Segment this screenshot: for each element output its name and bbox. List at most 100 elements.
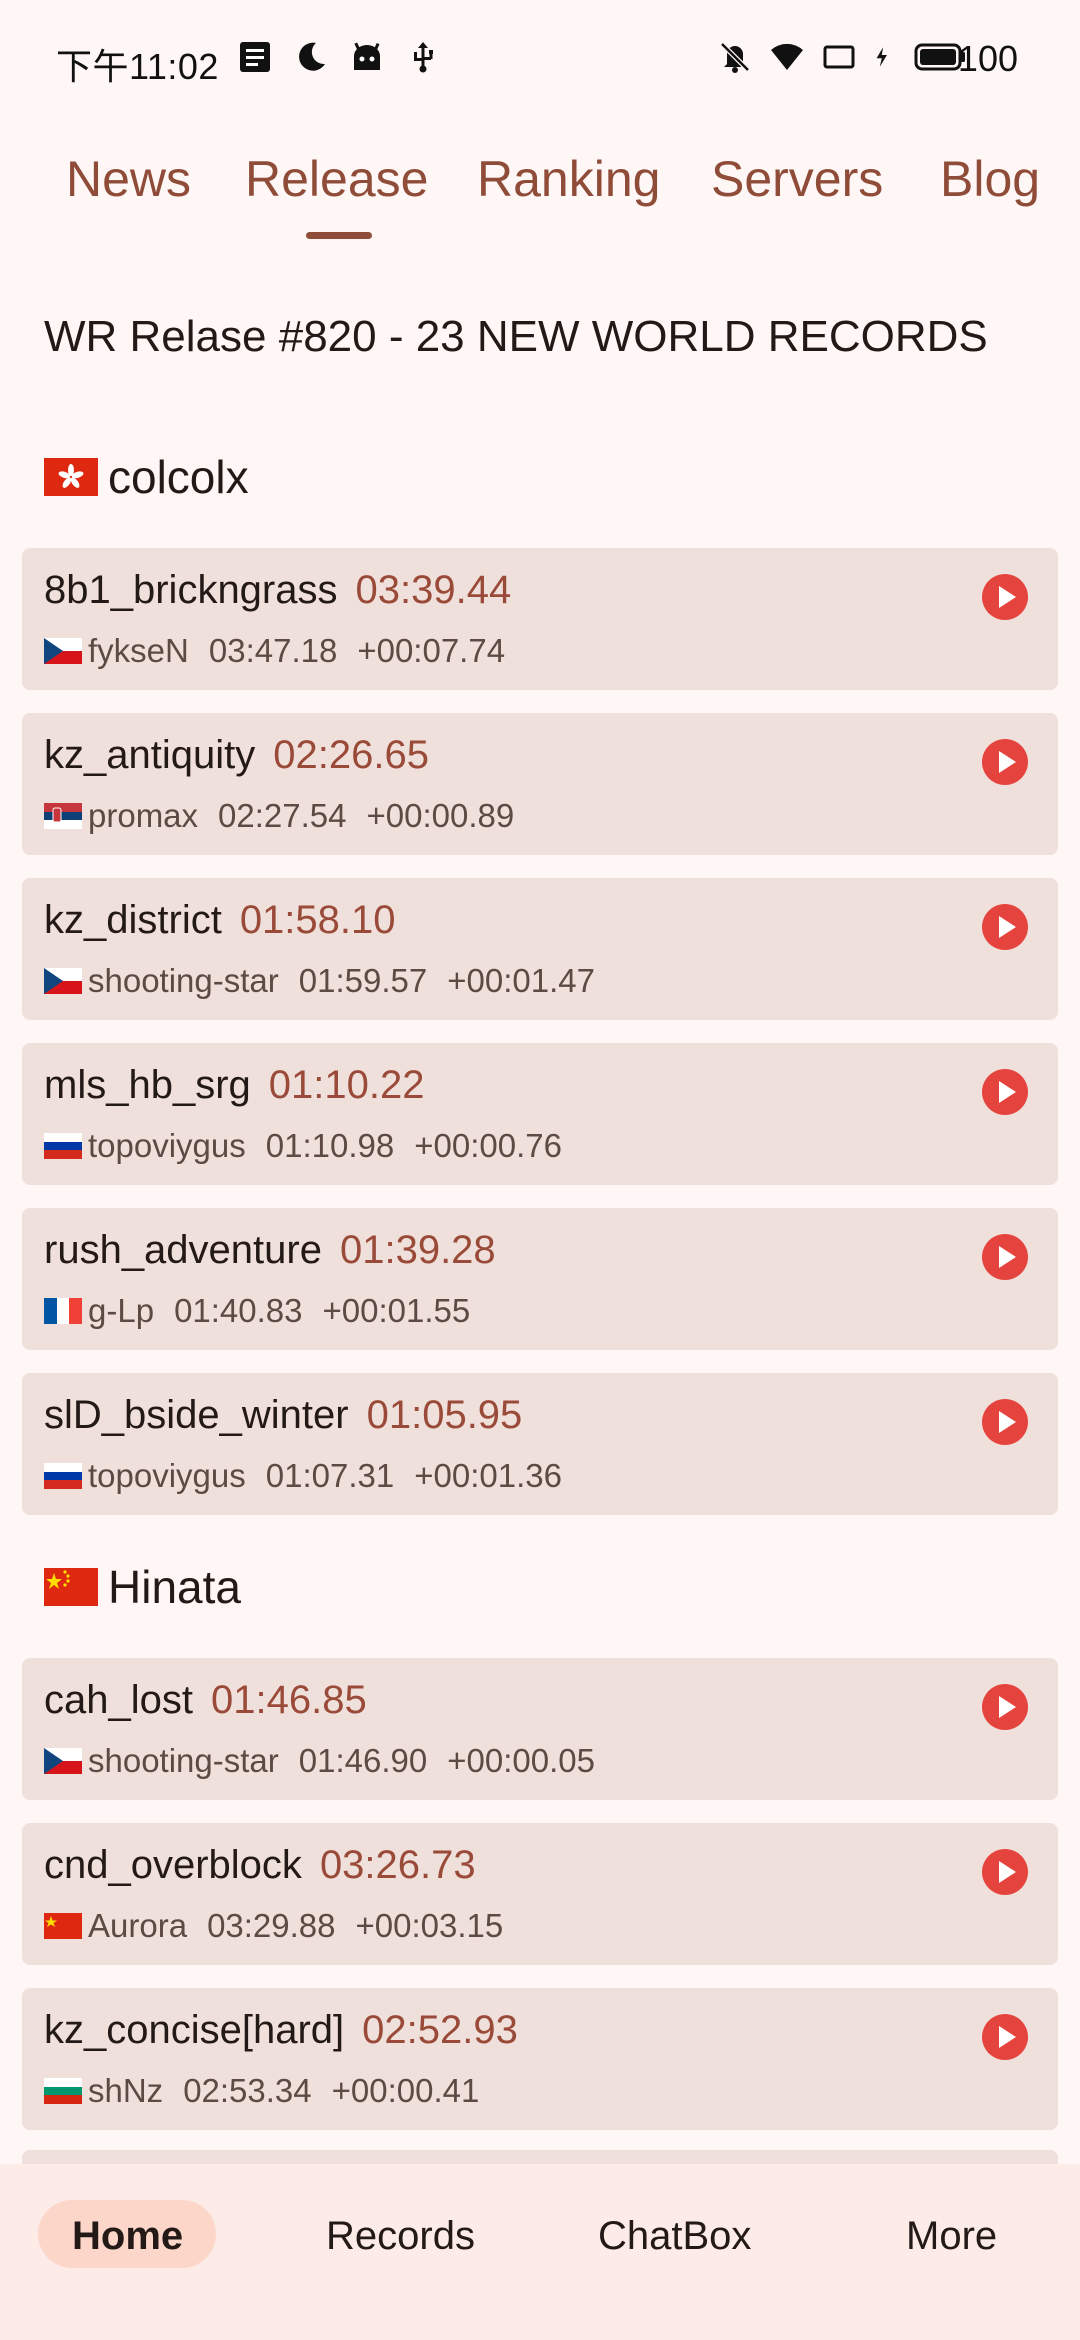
prev-holder: shooting-star <box>88 962 279 999</box>
flag-hk-icon <box>44 458 98 496</box>
map-name: rush_adventure <box>44 1228 322 1272</box>
wr-time: 01:39.28 <box>339 1228 496 1272</box>
map-name: mls_hb_srg <box>44 1063 251 1107</box>
map-name: kz_antiquity <box>44 733 256 777</box>
wr-time: 01:58.10 <box>239 898 396 942</box>
prev-time: 03:47.18 <box>208 632 338 669</box>
mute-icon <box>720 42 750 73</box>
play-button[interactable] <box>982 574 1028 620</box>
record-card[interactable]: 8b1_brickngrass 03:39.44 fykseN 03:47.18 +0… <box>22 548 1058 690</box>
battery-level: 100 <box>957 38 1018 79</box>
record-card[interactable]: kz_antiquity 02:26.65 promax 02:27.54 +00:0… <box>22 713 1058 855</box>
time-diff: +00:07.74 <box>357 632 506 669</box>
prev-time: 01:07.31 <box>265 1457 395 1494</box>
time-diff: +00:01.36 <box>414 1457 562 1494</box>
flag-fr-icon <box>44 1298 82 1324</box>
time-diff: +00:00.76 <box>414 1127 562 1164</box>
flag-ru-icon <box>44 1463 82 1489</box>
wr-time: 01:05.95 <box>366 1393 523 1437</box>
map-name: 8b1_brickngrass <box>44 568 338 612</box>
release-title: WR Relase #820 - 23 NEW WORLD RECORDS <box>44 312 988 361</box>
play-button[interactable] <box>982 1069 1028 1115</box>
section-header-colcolx: colcolx <box>44 450 249 504</box>
flag-cz-icon <box>44 638 82 664</box>
bottom-navigation: Home Records ChatBox More <box>0 2164 1080 2340</box>
time-diff: +00:01.55 <box>322 1292 471 1329</box>
wr-time: 01:10.22 <box>268 1063 425 1107</box>
prev-time: 01:59.57 <box>298 962 428 999</box>
time-diff: +00:00.41 <box>331 2072 480 2109</box>
prev-time: 02:53.34 <box>183 2072 312 2109</box>
record-card[interactable]: kz_concise[hard] 02:52.93 shNz 02:53.34 +00… <box>22 1988 1058 2130</box>
time-diff: +00:00.89 <box>366 797 515 834</box>
record-card[interactable]: mls_hb_srg 01:10.22 topoviygus 01:10.98 +00… <box>22 1043 1058 1185</box>
prev-holder: shNz <box>88 2072 164 2109</box>
prev-holder: shooting-star <box>88 1742 279 1779</box>
map-name: slD_bside_winter <box>44 1393 349 1437</box>
usb-icon <box>414 42 433 73</box>
record-card[interactable]: rush_adventure 01:39.28 g-Lp 01:40.83 +00:0… <box>22 1208 1058 1350</box>
flag-cz-icon <box>44 968 82 994</box>
play-button[interactable] <box>982 1684 1028 1730</box>
prev-time: 01:10.98 <box>265 1127 395 1164</box>
section-header-hinata: Hinata <box>44 1560 241 1614</box>
flag-cz-icon <box>44 1748 82 1774</box>
tab-ranking[interactable]: Ranking <box>477 150 660 208</box>
notes-icon <box>240 42 270 72</box>
wr-time: 03:26.73 <box>319 1843 476 1887</box>
prev-time: 01:40.83 <box>174 1292 303 1329</box>
flag-ru-icon <box>44 1133 82 1159</box>
nav-more[interactable]: More <box>906 2214 997 2259</box>
flag-rs-icon <box>44 803 82 829</box>
tab-release[interactable]: Release <box>245 150 428 208</box>
section-player-name: Hinata <box>108 1561 241 1613</box>
play-button[interactable] <box>982 739 1028 785</box>
prev-time: 01:46.90 <box>298 1742 428 1779</box>
map-name: kz_concise[hard] <box>44 2008 345 2052</box>
prev-holder: Aurora <box>88 1907 188 1944</box>
record-card[interactable]: slD_bside_winter 01:05.95 topoviygus 01:07… <box>22 1373 1058 1515</box>
wr-time: 02:26.65 <box>273 733 429 777</box>
play-button[interactable] <box>982 1399 1028 1445</box>
prev-holder: fykseN <box>88 632 189 669</box>
play-button[interactable] <box>982 904 1028 950</box>
moon-icon <box>299 42 325 71</box>
play-button[interactable] <box>982 1234 1028 1280</box>
time-diff: +00:03.15 <box>355 1907 504 1944</box>
nav-records[interactable]: Records <box>326 2214 475 2259</box>
nav-chatbox[interactable]: ChatBox <box>598 2214 751 2259</box>
wr-time: 01:46.85 <box>210 1678 367 1722</box>
wr-time: 02:52.93 <box>362 2008 518 2052</box>
time-diff: +00:01.47 <box>447 962 595 999</box>
nav-home[interactable]: Home <box>72 2214 183 2259</box>
tab-servers[interactable]: Servers <box>711 150 883 208</box>
status-time: 下午11:02 <box>56 46 219 87</box>
prev-holder: topoviygus <box>88 1127 246 1164</box>
prev-time: 03:29.88 <box>207 1907 336 1944</box>
wr-time: 03:39.44 <box>355 568 512 612</box>
play-button[interactable] <box>982 1849 1028 1895</box>
prev-holder: g-Lp <box>88 1292 155 1329</box>
tab-news[interactable]: News <box>66 150 191 208</box>
android-icon <box>354 42 380 70</box>
prev-time: 02:27.54 <box>218 797 347 834</box>
map-name: kz_district <box>44 898 222 942</box>
tab-indicator <box>306 232 372 239</box>
record-card[interactable]: cah_lost 01:46.85 shooting-star 01:46.90 +0… <box>22 1658 1058 1800</box>
charging-icon <box>876 47 887 67</box>
play-button[interactable] <box>982 2014 1028 2060</box>
time-diff: +00:00.05 <box>447 1742 595 1779</box>
status-bar: 下午11:02 100 <box>0 0 1080 120</box>
prev-holder: topoviygus <box>88 1457 246 1494</box>
tab-blog[interactable]: Blog <box>940 150 1040 208</box>
record-card[interactable]: kz_district 01:58.10 shooting-star 01:59.5… <box>22 878 1058 1020</box>
prev-holder: promax <box>88 797 199 834</box>
flag-cn-icon <box>44 1913 82 1939</box>
top-tabs: News Release Ranking Servers Blog <box>0 150 1080 250</box>
flag-cn-icon <box>44 1568 98 1606</box>
screen-icon <box>823 45 855 69</box>
section-player-name: colcolx <box>108 451 249 503</box>
map-name: cnd_overblock <box>44 1843 302 1887</box>
wifi-icon <box>771 43 803 70</box>
record-card[interactable]: cnd_overblock 03:26.73 Aurora 03:29.88 +00:… <box>22 1823 1058 1965</box>
